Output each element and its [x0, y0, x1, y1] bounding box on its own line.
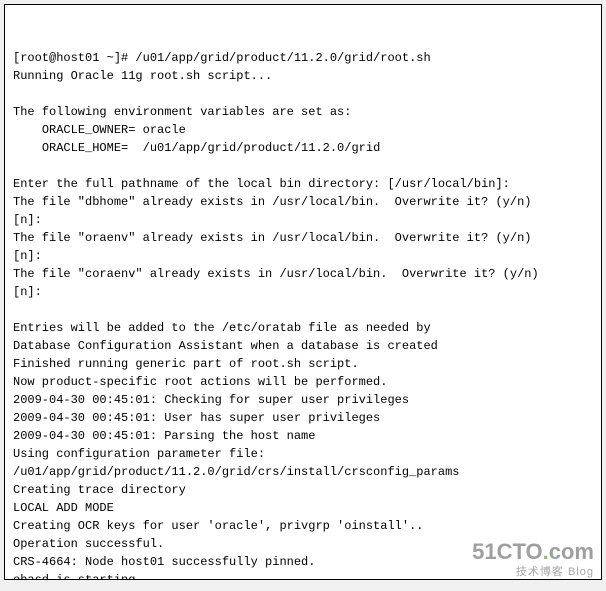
terminal-output: [root@host01 ~]# /u01/app/grid/product/1… [13, 49, 593, 580]
terminal-window: [root@host01 ~]# /u01/app/grid/product/1… [4, 4, 602, 580]
